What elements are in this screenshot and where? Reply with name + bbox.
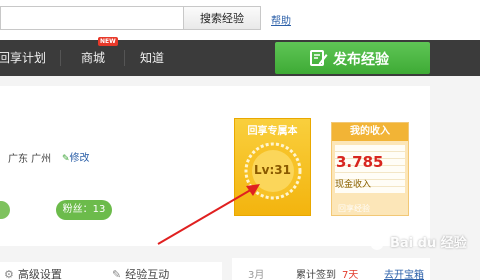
gear-icon: ⚙ [4,268,14,280]
my-income-tile[interactable]: 我的收入 3.785 现金收入 回享经验 [331,122,409,216]
baidu-paw-icon [368,232,386,250]
edit-location-link[interactable]: ✎修改 [62,149,90,164]
nav-item-zhidao[interactable]: 知道 [140,40,164,76]
income-value: 3.785 [336,153,384,171]
level-value: Lv:31 [254,163,291,177]
nav-item-share-plan[interactable]: 回享计划 [0,40,46,76]
pencil-icon: ✎ [62,154,70,164]
experience-interaction-tab[interactable]: ✎ 经验互动 [112,266,169,280]
income-tile-title: 我的收入 [332,123,408,141]
income-subtitle: 现金收入 [335,180,372,190]
search-input[interactable] [0,6,184,30]
publish-experience-button[interactable]: 发布经验 [275,42,430,74]
signin-days: 7天 [342,270,359,280]
fans-count-badge[interactable]: 粉丝：13 [56,200,112,220]
annotation-arrow-icon [157,184,260,245]
search-button[interactable]: 搜索经验 [183,6,261,30]
nav-divider [124,50,125,66]
advanced-settings-tab[interactable]: ⚙ 高级设置 [4,266,62,280]
watermark-text: Bai du 经验 [390,236,467,251]
advanced-settings-label: 高级设置 [17,268,62,280]
follow-pill[interactable] [0,201,10,219]
edit-note-icon [310,50,328,66]
experience-interaction-label: 经验互动 [125,268,170,280]
open-treasure-link[interactable]: 去开宝箱 [384,266,424,280]
chat-icon: ✎ [112,268,122,280]
nav-divider [60,50,61,66]
new-badge: NEW [98,37,118,46]
month-label: 3月 [248,270,265,280]
publish-label: 发布经验 [333,52,389,68]
user-location: 广东 广州 [8,154,52,165]
edit-label: 修改 [69,153,90,164]
help-link[interactable]: 帮助 [271,12,291,27]
top-search-bar: 搜索经验 帮助 [0,0,480,40]
baidu-watermark: Bai du 经验 [366,228,478,254]
income-footer: 回享经验 [338,204,370,213]
level-tile-title: 回享专属本 [247,126,298,137]
signin-label: 累计签到 [296,270,336,280]
